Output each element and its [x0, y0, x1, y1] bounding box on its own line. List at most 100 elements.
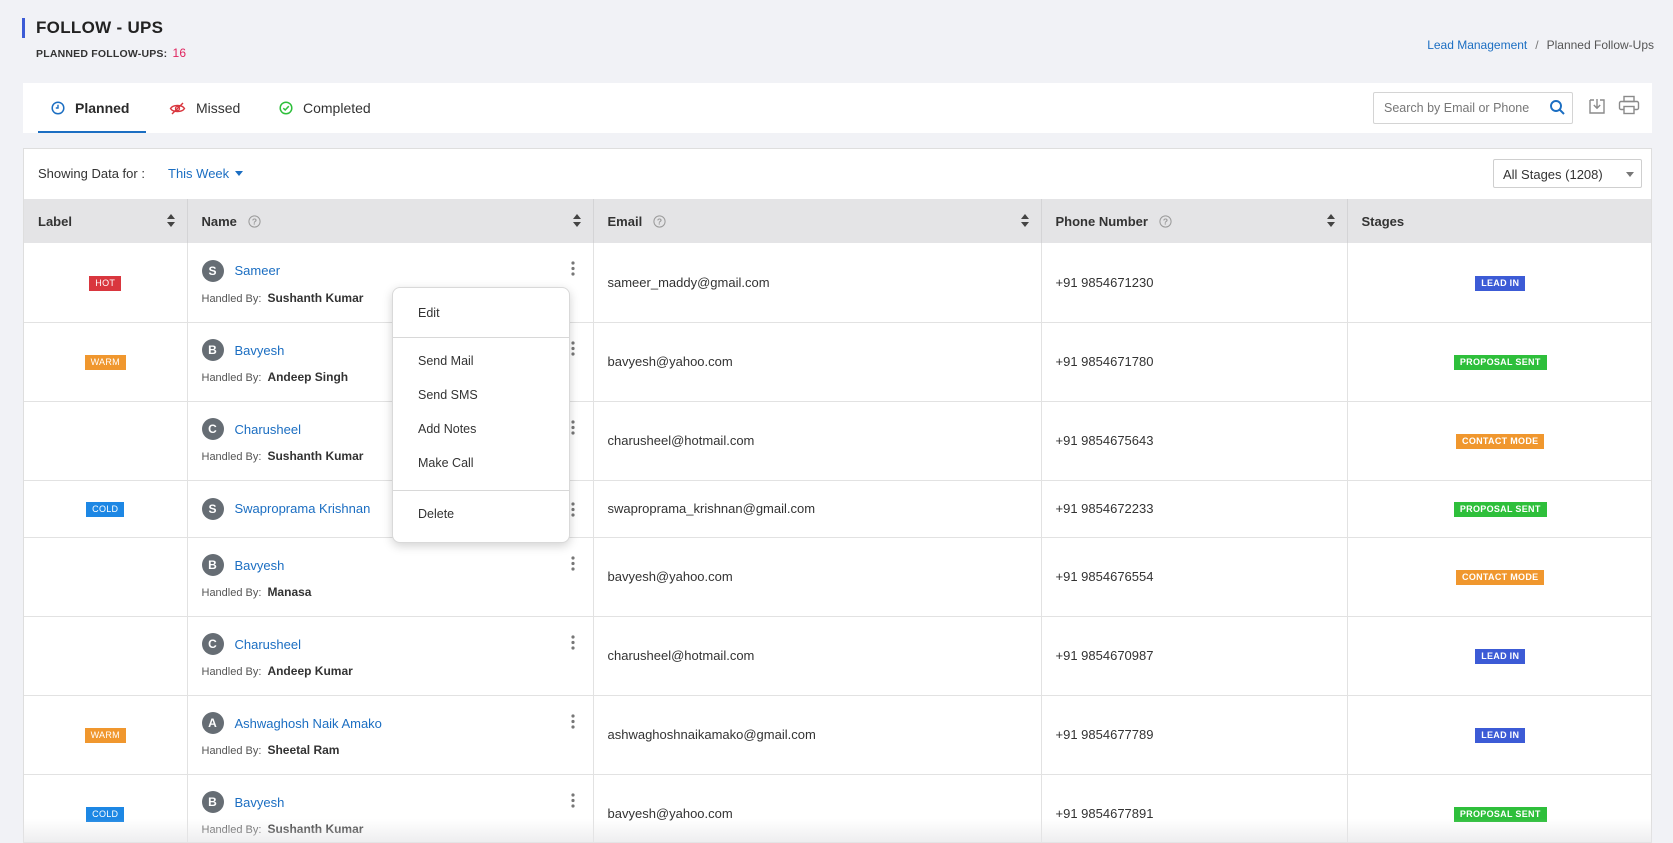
table-row[interactable]: C Charusheel Handled By: Sushanth Kumar char… — [24, 401, 1651, 481]
column-header-name[interactable]: Name ? — [187, 199, 594, 243]
table-row[interactable]: B Bavyesh Handled By: Manasa bavyesh@yahoo.c… — [24, 537, 1651, 617]
sort-icon[interactable] — [1326, 214, 1335, 230]
bottom-fade — [23, 819, 1652, 843]
more-options-icon[interactable] — [570, 419, 575, 438]
handled-by-value: Manasa — [267, 585, 312, 599]
svg-text:?: ? — [657, 216, 662, 226]
table-row[interactable]: HOT S Sameer Handled By: Sushanth Kumar samee… — [24, 243, 1651, 323]
label-cell: COLD — [24, 480, 188, 538]
handled-by: Handled By: Sheetal Ram — [202, 743, 593, 757]
lead-name-link[interactable]: Bavyesh — [235, 343, 285, 358]
avatar: S — [201, 259, 224, 282]
lead-name-link[interactable]: Bavyesh — [235, 795, 285, 810]
label-cell — [24, 616, 188, 696]
more-options-icon[interactable] — [570, 555, 575, 574]
handled-by-label: Handled By: — [201, 451, 262, 463]
help-icon[interactable]: ? — [653, 214, 666, 228]
handled-by: Handled By: Manasa — [202, 585, 593, 599]
eye-off-icon — [169, 102, 186, 115]
email-cell: charusheel@hotmail.com — [593, 401, 1042, 481]
stage-badge: CONTACT MODE — [1456, 570, 1545, 585]
search-icon[interactable] — [1549, 99, 1566, 121]
more-options-icon[interactable] — [570, 501, 575, 520]
stage-badge: PROPOSAL SENT — [1453, 502, 1547, 517]
priority-badge: HOT — [89, 275, 122, 291]
menu-item-delete[interactable]: Delete — [418, 507, 454, 521]
stage-filter-dropdown[interactable]: All Stages (1208) — [1493, 159, 1642, 188]
phone-cell: +91 9854670987 — [1041, 616, 1348, 696]
menu-item-add-notes[interactable]: Add Notes — [418, 422, 476, 436]
table-row[interactable]: C Charusheel Handled By: Andeep Kumar charus… — [24, 616, 1651, 696]
table-row[interactable]: COLD S Swaproprama Krishnan swaproprama_kri… — [24, 480, 1651, 538]
column-email-text: Email — [607, 213, 643, 229]
help-icon[interactable]: ? — [1158, 214, 1172, 228]
sort-icon[interactable] — [166, 214, 175, 230]
lead-name-link[interactable]: Ashwaghosh Naik Amako — [235, 716, 382, 731]
help-icon[interactable]: ? — [247, 214, 261, 228]
lead-name-link[interactable]: Swaproprama Krishnan — [235, 501, 371, 516]
stage-badge: CONTACT MODE — [1456, 434, 1545, 449]
label-cell: HOT — [24, 243, 188, 323]
search-input[interactable] — [1374, 94, 1536, 122]
svg-text:?: ? — [251, 216, 256, 226]
showing-data-label: Showing Data for : — [38, 166, 145, 181]
stage-cell: PROPOSAL SENT — [1347, 322, 1651, 402]
period-value: This Week — [168, 166, 230, 181]
lead-name-line: B Bavyesh — [201, 554, 593, 576]
label-cell: WARM — [24, 695, 188, 775]
more-options-icon[interactable] — [570, 340, 575, 359]
more-options-icon[interactable] — [570, 634, 575, 653]
menu-item-edit[interactable]: Edit — [418, 306, 440, 320]
tab-planned[interactable]: Planned — [51, 83, 129, 133]
email-cell: bavyesh@yahoo.com — [593, 537, 1042, 617]
table-body: HOT S Sameer Handled By: Sushanth Kumar samee… — [24, 243, 1651, 842]
table-row[interactable]: WARM B Bavyesh Handled By: Andeep Singh bavye… — [24, 322, 1651, 402]
stage-cell: LEAD IN — [1347, 695, 1651, 775]
period-dropdown[interactable]: This Week — [168, 166, 244, 181]
breadcrumb: Lead Management / Planned Follow-Ups — [1427, 38, 1654, 52]
more-options-icon[interactable] — [570, 261, 575, 279]
lead-name-link[interactable]: Charusheel — [235, 637, 302, 652]
stage-filter-value: All Stages (1208) — [1503, 167, 1603, 182]
stage-cell: PROPOSAL SENT — [1347, 480, 1651, 538]
column-header-label[interactable]: Label — [24, 199, 188, 243]
download-icon[interactable] — [1588, 97, 1606, 120]
follow-ups-card: Showing Data for : This Week All Stages … — [23, 148, 1652, 843]
print-icon[interactable] — [1618, 95, 1640, 120]
handled-by-value: Sushanth Kumar — [267, 290, 364, 305]
phone-cell: +91 9854675643 — [1041, 401, 1348, 481]
avatar: C — [201, 633, 224, 655]
avatar: C — [201, 418, 224, 440]
label-cell — [24, 537, 188, 617]
avatar: B — [201, 791, 224, 813]
menu-divider — [393, 490, 569, 491]
priority-badge: COLD — [86, 502, 125, 517]
lead-name-link[interactable]: Charusheel — [235, 422, 302, 437]
label-cell: WARM — [24, 322, 188, 402]
menu-item-send-mail[interactable]: Send Mail — [418, 354, 474, 368]
column-header-email[interactable]: Email ? — [593, 199, 1042, 243]
handled-by-value: Andeep Singh — [267, 370, 349, 384]
table-row[interactable]: WARM A Ashwaghosh Naik Amako Handled By: She… — [24, 695, 1651, 775]
column-header-stages: Stages — [1347, 199, 1651, 243]
stage-badge: LEAD IN — [1475, 649, 1526, 664]
menu-item-make-call[interactable]: Make Call — [418, 456, 474, 470]
active-tab-indicator — [38, 131, 146, 133]
page-header: FOLLOW - UPS PLANNED FOLLOW-UPS: 16 — [22, 18, 186, 60]
sort-icon[interactable] — [1020, 214, 1029, 230]
tab-completed[interactable]: Completed — [279, 83, 371, 133]
more-options-icon[interactable] — [570, 713, 575, 732]
follow-ups-table: Label Name ? Email ? Phone Number ? Stag… — [24, 199, 1651, 842]
phone-cell: +91 9854671230 — [1041, 243, 1348, 323]
email-cell: charusheel@hotmail.com — [593, 616, 1042, 696]
email-cell: sameer_maddy@gmail.com — [593, 243, 1042, 323]
sort-icon[interactable] — [572, 214, 581, 230]
column-header-phone[interactable]: Phone Number ? — [1041, 199, 1348, 243]
more-options-icon[interactable] — [570, 792, 575, 811]
menu-item-send-sms[interactable]: Send SMS — [418, 388, 478, 402]
lead-name-link[interactable]: Sameer — [235, 263, 281, 278]
breadcrumb-lead-management[interactable]: Lead Management — [1427, 38, 1527, 52]
lead-name-link[interactable]: Bavyesh — [235, 558, 285, 573]
avatar: B — [201, 554, 224, 576]
tab-missed[interactable]: Missed — [169, 83, 240, 133]
